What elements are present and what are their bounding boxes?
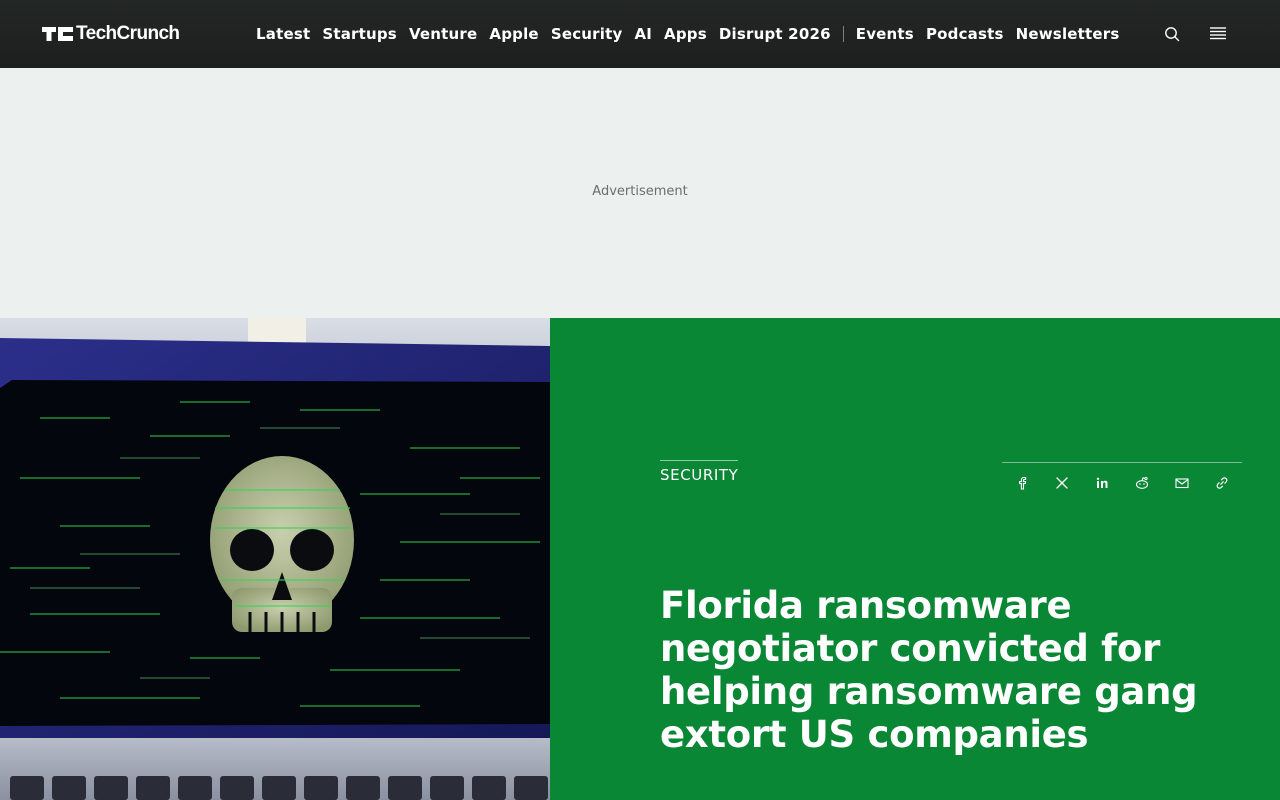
nav-apps[interactable]: Apps bbox=[664, 25, 707, 43]
hero-image bbox=[0, 318, 550, 800]
link-icon[interactable] bbox=[1214, 475, 1230, 491]
main-nav: Latest Startups Venture Apple Security A… bbox=[256, 0, 1132, 68]
share-bar bbox=[1002, 462, 1242, 504]
email-icon[interactable] bbox=[1174, 475, 1190, 491]
facebook-icon[interactable] bbox=[1014, 475, 1030, 491]
site-header: TechCrunch Latest Startups Venture Apple… bbox=[0, 0, 1280, 68]
logo-mark-icon bbox=[42, 27, 73, 41]
advertisement-slot: Advertisement bbox=[0, 68, 1280, 318]
x-icon[interactable] bbox=[1054, 475, 1070, 491]
nav-startups[interactable]: Startups bbox=[322, 25, 397, 43]
advertisement-label: Advertisement bbox=[592, 184, 688, 199]
logo-text: TechCrunch bbox=[76, 23, 180, 44]
techcrunch-logo[interactable]: TechCrunch bbox=[42, 23, 180, 44]
category-tag: SECURITY bbox=[660, 460, 739, 485]
search-icon[interactable] bbox=[1162, 24, 1182, 44]
article-hero: SECURITY Florida ransomware negotiator c… bbox=[550, 318, 1280, 800]
reddit-icon[interactable] bbox=[1134, 475, 1150, 491]
nav-disrupt[interactable]: Disrupt 2026 bbox=[719, 25, 831, 43]
nav-latest[interactable]: Latest bbox=[256, 25, 310, 43]
nav-ai[interactable]: AI bbox=[634, 25, 652, 43]
linkedin-icon[interactable] bbox=[1094, 475, 1110, 491]
nav-events[interactable]: Events bbox=[856, 25, 914, 43]
article-headline: Florida ransomware negotiator convicted … bbox=[660, 584, 1198, 756]
nav-security[interactable]: Security bbox=[551, 25, 623, 43]
nav-apple[interactable]: Apple bbox=[489, 25, 538, 43]
nav-podcasts[interactable]: Podcasts bbox=[926, 25, 1004, 43]
nav-newsletters[interactable]: Newsletters bbox=[1016, 25, 1120, 43]
nav-venture[interactable]: Venture bbox=[409, 25, 477, 43]
category-link[interactable]: SECURITY bbox=[660, 466, 738, 484]
nav-divider bbox=[842, 26, 844, 42]
menu-icon[interactable] bbox=[1208, 24, 1228, 44]
